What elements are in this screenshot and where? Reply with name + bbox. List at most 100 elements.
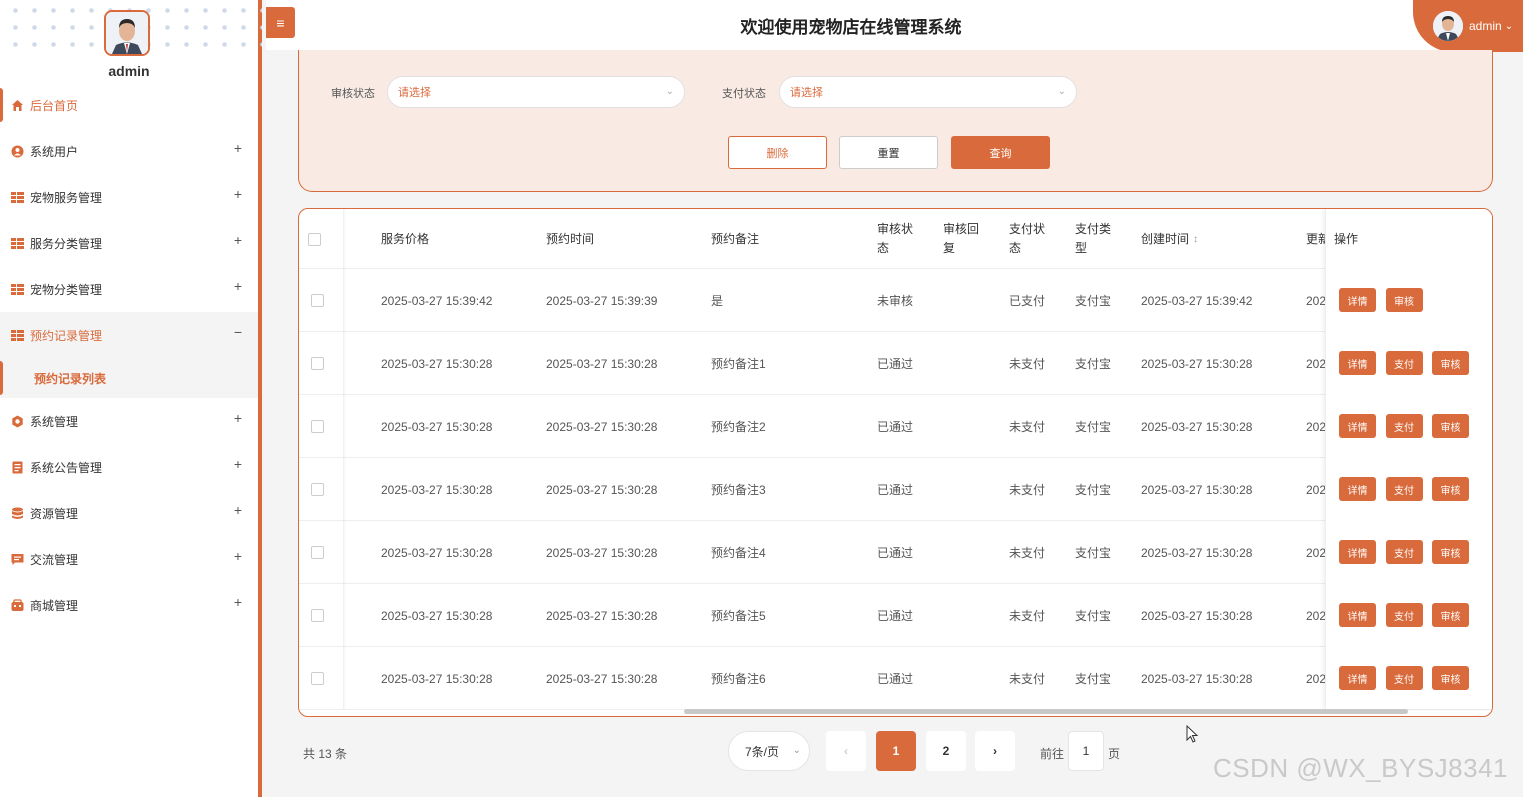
detail-button[interactable]: 详情: [1339, 351, 1376, 375]
delete-button[interactable]: 删除: [728, 136, 827, 169]
grid-icon: [10, 328, 24, 342]
detail-button[interactable]: 详情: [1339, 666, 1376, 690]
sidebar-item-label: 后台首页: [30, 98, 79, 113]
col-created[interactable]: 创建时间 ↕: [1141, 209, 1198, 269]
col-ops: 操作: [1334, 231, 1359, 246]
row-checkbox-cell[interactable]: [311, 269, 324, 332]
row-checkbox[interactable]: [311, 672, 324, 685]
sidebar-item-shop[interactable]: 商城管理 +: [0, 582, 258, 628]
expand-icon[interactable]: +: [234, 594, 242, 610]
row-checkbox-cell[interactable]: [311, 395, 324, 458]
horizontal-scrollbar[interactable]: [684, 709, 1408, 714]
row-checkbox[interactable]: [311, 357, 324, 370]
cell-pay-status: 未支付: [1009, 357, 1046, 371]
pay-status-select[interactable]: 请选择 ⌄: [779, 76, 1077, 108]
audit-button[interactable]: 审核: [1432, 477, 1469, 501]
cell-pay-status: 未支付: [1009, 483, 1046, 497]
row-checkbox[interactable]: [311, 420, 324, 433]
home-icon: [10, 98, 24, 112]
cell-created: 2025-03-27 15:39:42: [1141, 293, 1253, 308]
expand-icon[interactable]: +: [234, 548, 242, 564]
expand-icon[interactable]: +: [234, 140, 242, 156]
sidebar-item-announcement[interactable]: 系统公告管理 +: [0, 444, 258, 490]
sidebar-item-home[interactable]: 后台首页: [0, 82, 258, 128]
sidebar-item-communication[interactable]: 交流管理 +: [0, 536, 258, 582]
select-all-checkbox[interactable]: [308, 232, 321, 246]
table-row: 2025-03-27 15:30:28 2025-03-27 15:30:28 预约…: [299, 584, 1492, 647]
audit-status-select[interactable]: 请选择 ⌄: [387, 76, 685, 108]
row-checkbox[interactable]: [311, 294, 324, 307]
detail-button[interactable]: 详情: [1339, 603, 1376, 627]
row-checkbox-cell[interactable]: [311, 521, 324, 584]
chevron-down-icon: ⌄: [792, 745, 801, 756]
cell-created: 2025-03-27 15:30:28: [1141, 671, 1253, 686]
chevron-down-icon: ⌄: [1057, 86, 1066, 97]
page-button-2[interactable]: 2: [926, 731, 966, 771]
select-all-checkbox-cell[interactable]: [308, 209, 321, 269]
expand-icon[interactable]: +: [234, 502, 242, 518]
detail-button[interactable]: 详情: [1339, 540, 1376, 564]
cell-price: 2025-03-27 15:30:28: [381, 419, 493, 434]
expand-icon[interactable]: +: [234, 186, 242, 202]
prev-page-button[interactable]: ‹: [826, 731, 866, 771]
audit-button[interactable]: 审核: [1385, 288, 1423, 312]
cell-created: 2025-03-27 15:30:28: [1141, 482, 1253, 497]
sidebar-item-system-manage[interactable]: 系统管理 +: [0, 398, 258, 444]
cell-pay-status: 未支付: [1009, 546, 1046, 560]
audit-button[interactable]: 审核: [1432, 540, 1469, 564]
pay-button[interactable]: 支付: [1385, 351, 1423, 375]
expand-icon[interactable]: +: [234, 456, 242, 472]
sidebar-item-resource[interactable]: 资源管理 +: [0, 490, 258, 536]
cell-created: 2025-03-27 15:30:28: [1141, 545, 1253, 560]
cell-audit-status: 未审核: [877, 294, 914, 308]
page-title: 欢迎使用宠物店在线管理系统: [740, 18, 962, 37]
goto-page-input[interactable]: 1: [1068, 731, 1104, 771]
audit-button[interactable]: 审核: [1432, 603, 1469, 627]
row-checkbox-cell[interactable]: [311, 332, 324, 395]
row-checkbox-cell[interactable]: [311, 584, 324, 647]
detail-button[interactable]: 详情: [1339, 477, 1376, 501]
sidebar-item-label: 资源管理: [30, 506, 79, 521]
cell-updated: 202: [1306, 293, 1326, 308]
pay-button[interactable]: 支付: [1385, 477, 1423, 501]
row-checkbox[interactable]: [311, 609, 324, 622]
page-button-1[interactable]: 1: [876, 731, 916, 771]
row-checkbox-cell[interactable]: [311, 647, 324, 710]
row-checkbox[interactable]: [311, 546, 324, 559]
sidebar-subitem-appointment-list[interactable]: 预约记录列表: [0, 358, 258, 398]
expand-icon[interactable]: +: [234, 410, 242, 426]
page-size-select[interactable]: 7条/页 ⌄: [728, 731, 810, 771]
pay-status-placeholder: 请选择: [790, 87, 823, 99]
cell-pay-type: 支付宝: [1075, 420, 1112, 434]
user-menu[interactable]: admin ⌄: [1413, 0, 1523, 52]
ops-column: 操作 详情 审核 详情 支付 审核 详情 支付 审核 详情 支付 审核 详情 支付 审核 详情 支付 审核 详情支…: [1325, 209, 1492, 709]
expand-icon[interactable]: +: [234, 278, 242, 294]
sort-icon[interactable]: ↕: [1193, 230, 1198, 249]
cell-created: 2025-03-27 15:30:28: [1141, 419, 1253, 434]
next-page-button[interactable]: ›: [975, 731, 1015, 771]
row-checkbox[interactable]: [311, 483, 324, 496]
sidebar-item-pet-service[interactable]: 宠物服务管理 +: [0, 174, 258, 220]
pay-button[interactable]: 支付: [1385, 666, 1423, 690]
pay-button[interactable]: 支付: [1385, 414, 1423, 438]
detail-button[interactable]: 详情: [1339, 414, 1376, 438]
sidebar-item-appointment[interactable]: 预约记录管理 −: [0, 312, 258, 358]
cell-updated: 202: [1306, 482, 1326, 497]
sidebar-item-pet-category[interactable]: 宠物分类管理 +: [0, 266, 258, 312]
records-table: 服务价格 预约时间 预约备注 审核状态 审核回复 支付状态 支付类型 创建时间 …: [298, 208, 1493, 717]
query-button[interactable]: 查询: [951, 136, 1050, 169]
table-row: 2025-03-27 15:30:28 2025-03-27 15:30:28 预约…: [299, 458, 1492, 521]
sidebar-item-system-users[interactable]: 系统用户 +: [0, 128, 258, 174]
expand-icon[interactable]: +: [234, 232, 242, 248]
detail-button[interactable]: 详情: [1339, 288, 1376, 312]
sidebar-item-service-category[interactable]: 服务分类管理 +: [0, 220, 258, 266]
audit-button[interactable]: 审核: [1432, 666, 1469, 690]
cell-pay-status: 未支付: [1009, 672, 1046, 686]
audit-button[interactable]: 审核: [1432, 351, 1469, 375]
audit-button[interactable]: 审核: [1432, 414, 1469, 438]
pay-button[interactable]: 支付: [1385, 603, 1423, 627]
row-checkbox-cell[interactable]: [311, 458, 324, 521]
collapse-icon[interactable]: −: [234, 324, 242, 340]
reset-button[interactable]: 重置: [839, 136, 938, 169]
pay-button[interactable]: 支付: [1385, 540, 1423, 564]
